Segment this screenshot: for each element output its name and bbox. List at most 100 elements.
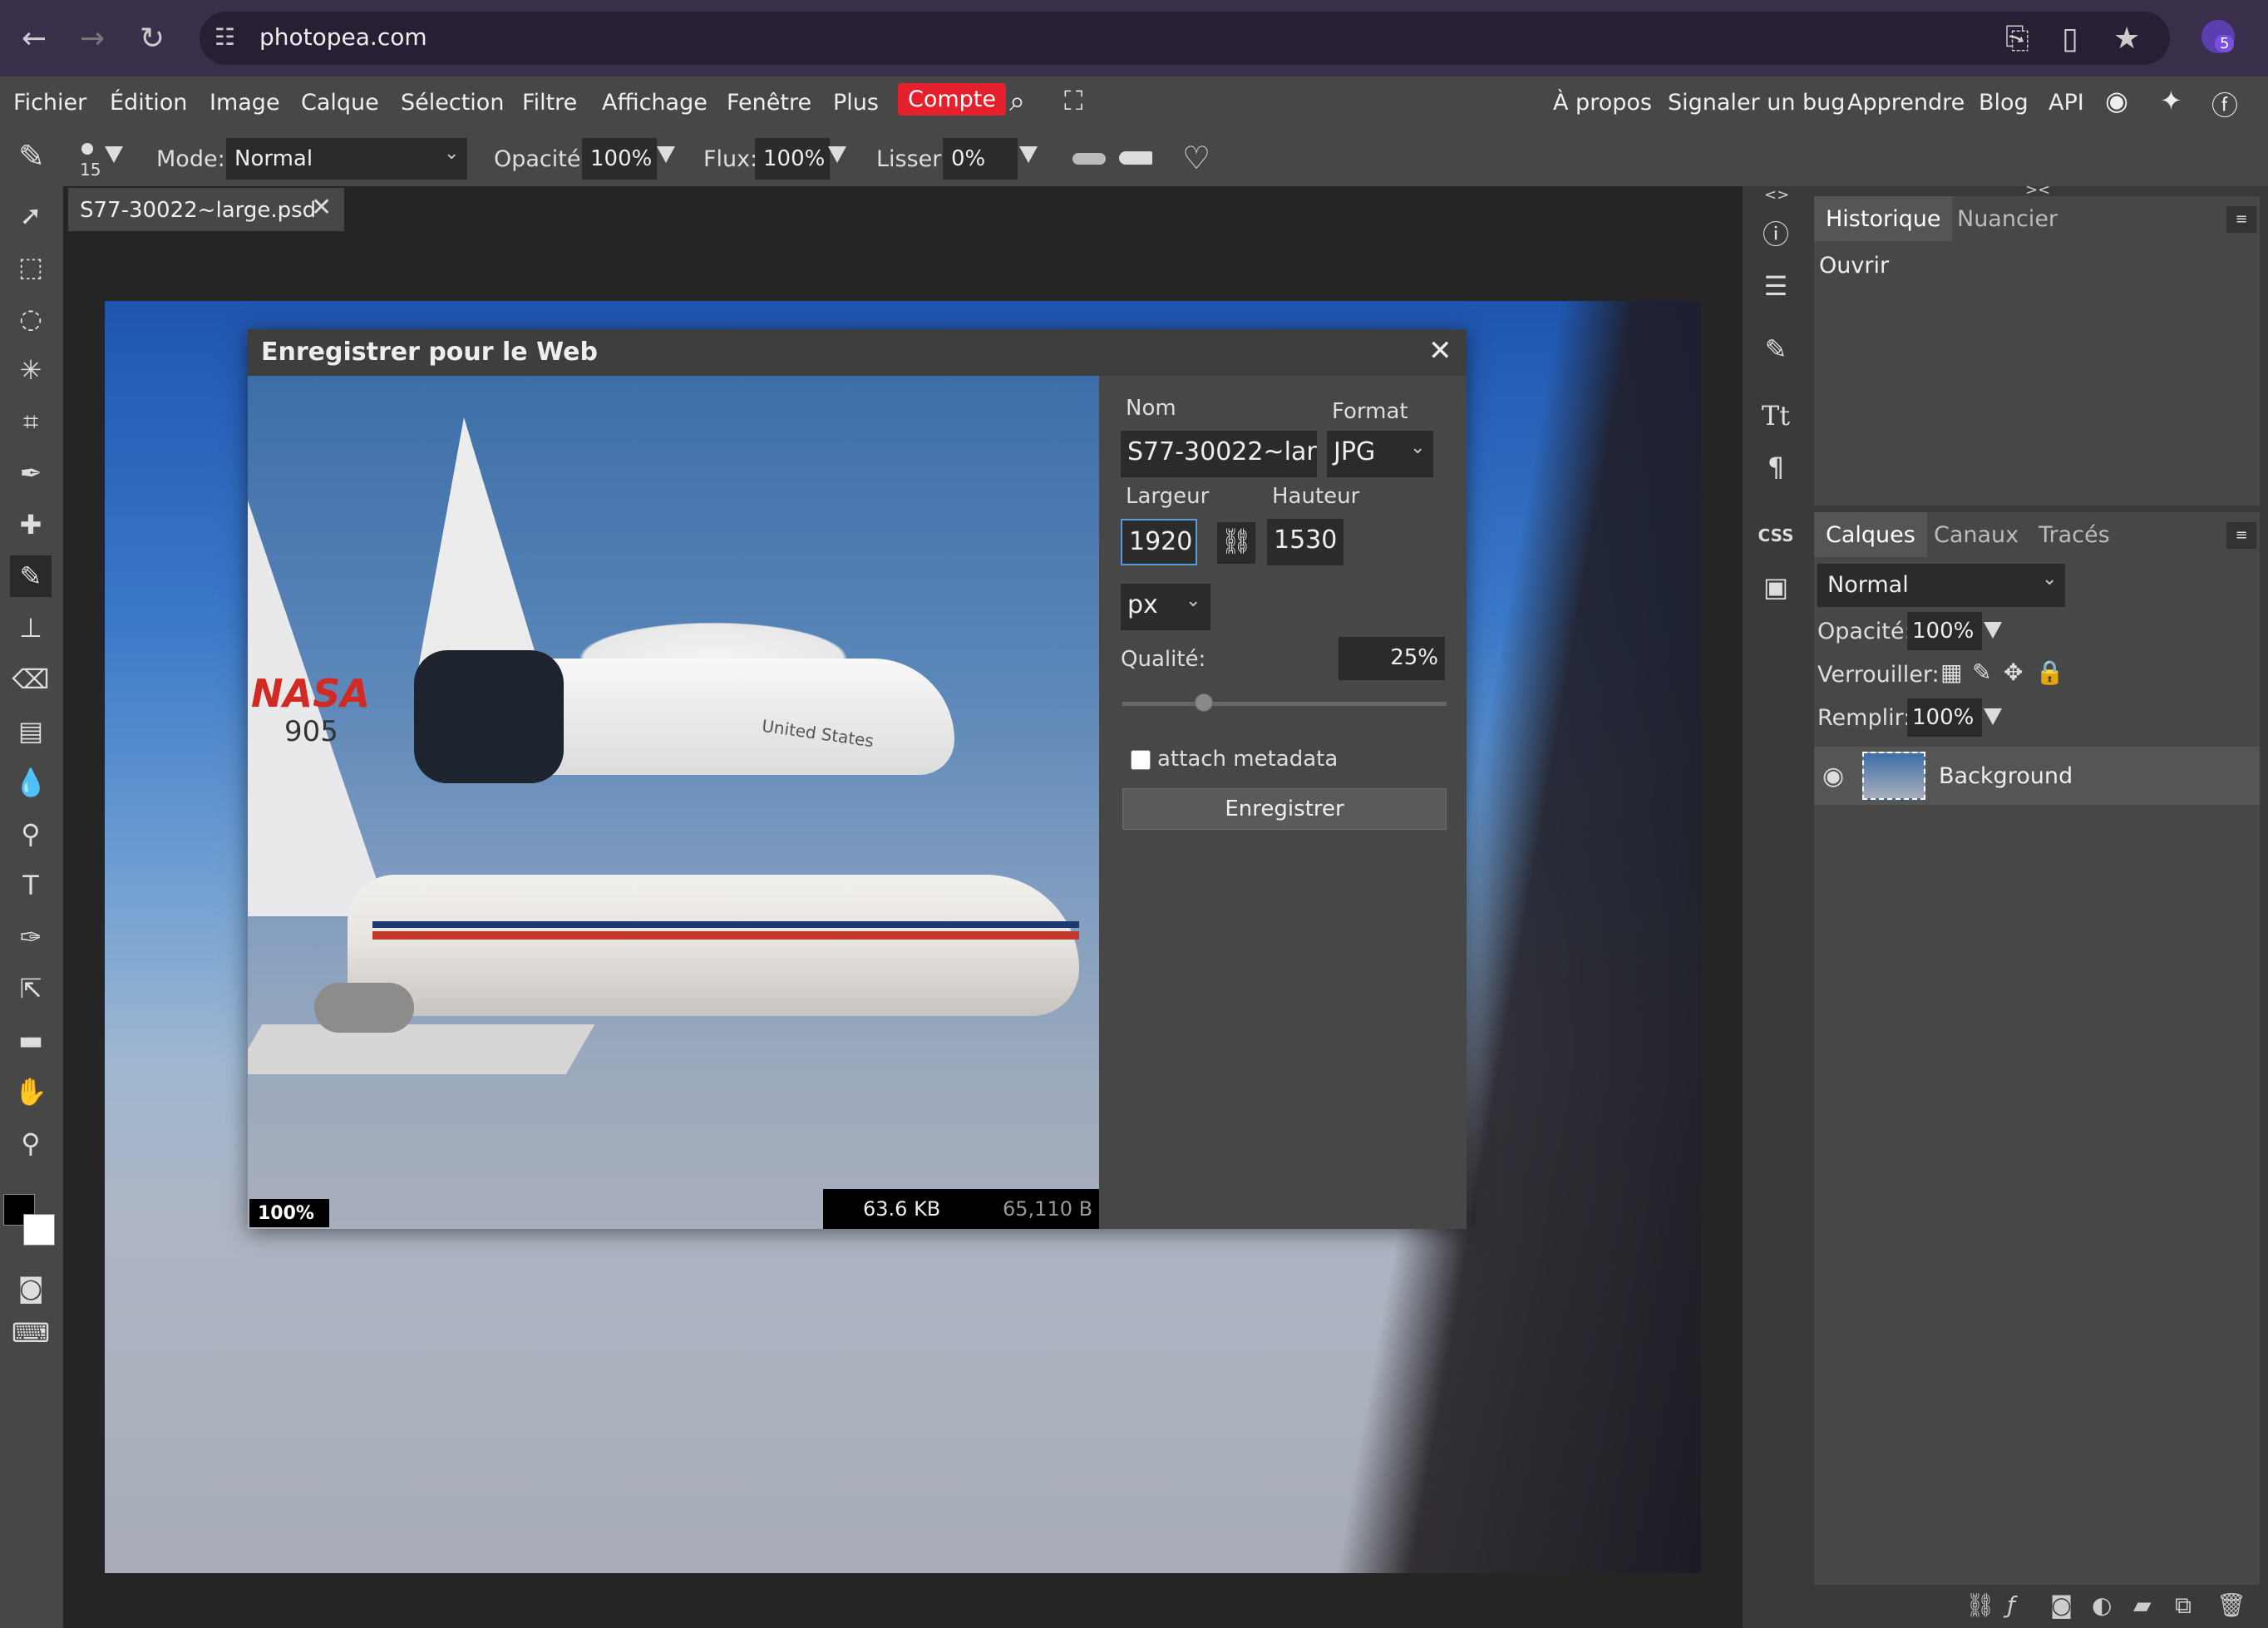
export-preview[interactable]: NASA 905 United States	[248, 376, 1099, 1229]
pressure-size-icon[interactable]	[1119, 151, 1152, 165]
back-icon[interactable]: ←	[22, 22, 47, 56]
opacity-dropdown-icon[interactable]	[657, 146, 675, 163]
menu-api[interactable]: API	[2049, 90, 2084, 116]
background-color-swatch[interactable]	[23, 1214, 55, 1246]
brush-dropdown-icon[interactable]	[105, 146, 123, 163]
path-select-tool-icon[interactable]: ⇱	[10, 968, 52, 1009]
link-layers-icon[interactable]: ⛓	[1965, 1591, 1995, 1619]
lasso-tool-icon[interactable]: ◌	[10, 298, 52, 339]
menu-a-propos[interactable]: À propos	[1553, 90, 1652, 116]
brush-preview-icon[interactable]	[81, 143, 93, 155]
keyboard-icon[interactable]: ⌨	[10, 1312, 52, 1354]
eyedropper-tool-icon[interactable]: ✒	[10, 452, 52, 494]
shape-tool-icon[interactable]: ▬	[10, 1019, 52, 1061]
save-button[interactable]: Enregistrer	[1122, 788, 1447, 830]
fill-dropdown-icon[interactable]	[1984, 708, 2002, 725]
reload-icon[interactable]: ↻	[140, 22, 165, 56]
smooth-dropdown-icon[interactable]	[1019, 146, 1038, 163]
stamp-tool-icon[interactable]: ⊥	[10, 607, 52, 649]
image-icon[interactable]: ▣	[1754, 565, 1797, 609]
lock-transparency-icon[interactable]: ▦	[1940, 659, 1962, 686]
flow-field[interactable]: 100%	[755, 138, 830, 180]
magic-wand-tool-icon[interactable]: ✳	[10, 349, 52, 391]
address-bar[interactable]	[200, 12, 2170, 65]
new-group-icon[interactable]: ▰	[2133, 1591, 2152, 1619]
search-icon[interactable]: ⌕	[1009, 85, 1025, 118]
symmetry-icon[interactable]: ♡	[1182, 140, 1210, 176]
tab-nuancier[interactable]: Nuancier	[1945, 196, 2069, 241]
menu-filtre[interactable]: Filtre	[522, 90, 577, 116]
eraser-tool-icon[interactable]: ⌫	[10, 659, 52, 700]
blend-mode-select[interactable]: Normal	[1817, 564, 2065, 607]
menu-plus[interactable]: Plus	[833, 90, 879, 116]
page-icon[interactable]: ▯	[2062, 22, 2078, 56]
marquee-tool-icon[interactable]: ⬚	[10, 246, 52, 288]
bookmark-star-icon[interactable]: ★	[2113, 22, 2140, 56]
blur-tool-icon[interactable]: 💧	[10, 762, 52, 803]
type-tool-icon[interactable]: T	[10, 865, 52, 906]
tab-calques[interactable]: Calques	[1814, 512, 1927, 557]
quality-field[interactable]: 25%	[1339, 637, 1445, 680]
tab-canaux[interactable]: Canaux	[1922, 512, 2030, 557]
install-app-icon[interactable]: ⎘	[2005, 22, 2029, 57]
pressure-opacity-icon[interactable]	[1072, 153, 1106, 165]
facebook-icon[interactable]: ⓕ	[2211, 85, 2238, 123]
fill-field[interactable]: 100%	[1907, 698, 1982, 737]
attach-metadata-checkbox[interactable]	[1131, 750, 1151, 770]
menu-affichage[interactable]: Affichage	[602, 90, 708, 116]
lock-pixels-icon[interactable]: ✎	[1972, 659, 1991, 686]
tab-historique[interactable]: Historique	[1814, 196, 1953, 241]
history-item[interactable]: Ouvrir	[1819, 253, 1889, 279]
opacity-field[interactable]: 100%	[582, 138, 657, 180]
mode-select[interactable]: Normal	[226, 138, 467, 180]
close-dialog-icon[interactable]: ✕	[1428, 334, 1452, 368]
fullscreen-icon[interactable]: ⛶	[1064, 85, 1082, 117]
reddit-icon[interactable]: ◉	[2105, 85, 2128, 116]
layer-effects-icon[interactable]: ƒ	[2007, 1591, 2015, 1619]
lock-position-icon[interactable]: ✥	[2004, 659, 2023, 686]
menu-selection[interactable]: Sélection	[401, 90, 504, 116]
menu-fenetre[interactable]: Fenêtre	[727, 90, 811, 116]
menu-signaler-bug[interactable]: Signaler un bug	[1668, 90, 1845, 116]
move-tool-icon[interactable]: ➚	[10, 195, 52, 236]
adjustments-icon[interactable]: ☰	[1754, 264, 1797, 308]
delete-layer-icon[interactable]: 🗑	[2216, 1591, 2246, 1619]
adjustment-layer-icon[interactable]: ◐	[2092, 1591, 2112, 1619]
crop-tool-icon[interactable]: ⌗	[10, 401, 52, 442]
character-icon[interactable]: Tt	[1754, 394, 1797, 437]
forward-icon[interactable]: →	[80, 22, 105, 56]
layer-opacity-field[interactable]: 100%	[1907, 612, 1982, 650]
brush-tool-icon[interactable]: ✎	[10, 555, 52, 597]
lock-all-icon[interactable]: 🔒	[2035, 659, 2064, 686]
dodge-tool-icon[interactable]: ⚲	[10, 813, 52, 855]
eye-icon[interactable]: ◉	[1822, 762, 1844, 791]
quality-slider-track[interactable]	[1122, 702, 1447, 706]
document-tab[interactable]: S77-30022~large.psd	[68, 188, 344, 231]
menu-apprendre[interactable]: Apprendre	[1847, 90, 1965, 116]
gradient-tool-icon[interactable]: ▤	[10, 710, 52, 752]
zoom-tool-icon[interactable]: ⚲	[10, 1122, 52, 1164]
layers-panel-menu-icon[interactable]: ≡	[2226, 522, 2256, 549]
menu-compte[interactable]: Compte	[898, 83, 1007, 116]
hand-tool-icon[interactable]: ✋	[10, 1071, 52, 1112]
link-proportions-icon[interactable]: ⛓	[1217, 522, 1255, 564]
flow-dropdown-icon[interactable]	[828, 146, 846, 163]
tab-traces[interactable]: Tracés	[2027, 512, 2122, 557]
collapse-left-icon[interactable]: <>	[1764, 186, 1789, 204]
pen-tool-icon[interactable]: ✑	[10, 916, 52, 958]
history-panel-menu-icon[interactable]: ≡	[2226, 206, 2256, 233]
paragraph-icon[interactable]: ¶	[1754, 446, 1797, 489]
layer-opacity-dropdown-icon[interactable]	[1984, 622, 2002, 639]
brush-tool-icon[interactable]: ✎	[18, 138, 45, 175]
css-icon[interactable]: CSS	[1754, 514, 1797, 557]
add-mask-icon[interactable]: ◙	[2050, 1591, 2073, 1619]
twitter-icon[interactable]: ✦	[2160, 85, 2182, 116]
url-text[interactable]: photopea.com	[259, 23, 427, 51]
close-tab-icon[interactable]: ✕	[311, 193, 332, 222]
menu-image[interactable]: Image	[210, 90, 280, 116]
info-icon[interactable]: ⓘ	[1754, 211, 1797, 254]
quality-slider-handle[interactable]	[1194, 693, 1213, 712]
menu-calque[interactable]: Calque	[301, 90, 379, 116]
healing-tool-icon[interactable]: ✚	[10, 504, 52, 545]
layer-name[interactable]: Background	[1939, 763, 2073, 789]
